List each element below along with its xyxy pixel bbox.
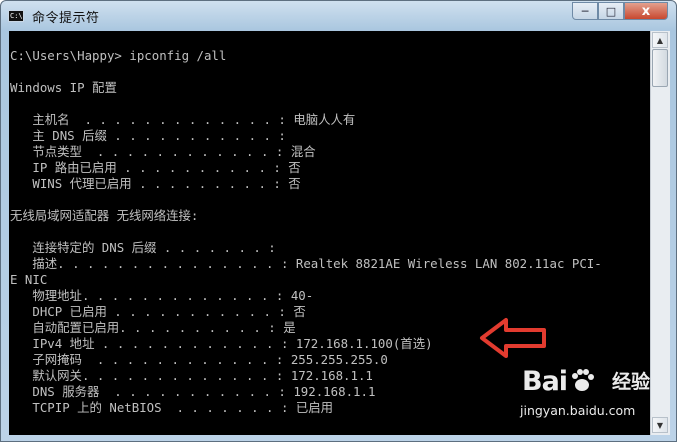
red-arrow-annotation-icon <box>480 318 546 358</box>
scrollbar-thumb[interactable] <box>652 49 668 87</box>
console-line: 主机名 . . . . . . . . . . . . . : 电脑人人有 <box>10 112 356 127</box>
console-line: 描述. . . . . . . . . . . . . . . : Realte… <box>10 256 602 271</box>
console-line: 连接特定的 DNS 后缀 . . . . . . . : <box>10 240 276 255</box>
console-line: DHCP 已启用 . . . . . . . . . . . : 否 <box>10 304 306 319</box>
console-line: 默认网关. . . . . . . . . . . . . : 172.168.… <box>10 368 373 383</box>
paw-icon <box>572 369 594 391</box>
title-bar[interactable]: C:\ 命令提示符 ─ □ x <box>1 1 676 31</box>
console-line: IPv4 地址 . . . . . . . . . . . . : 172.16… <box>10 336 433 351</box>
caption-buttons: ─ □ x <box>572 2 668 21</box>
scroll-up-arrow-icon[interactable]: ▲ <box>652 32 668 48</box>
console-line: 节点类型 . . . . . . . . . . . . : 混合 <box>10 144 316 159</box>
console-line: 无线局域网适配器 无线网络连接: <box>10 208 199 223</box>
baidu-jingyan-watermark: Bai 经验 jingyan.baidu.com <box>520 362 660 430</box>
window-title: 命令提示符 <box>32 11 100 26</box>
cmd-icon[interactable]: C:\ <box>8 10 24 22</box>
watermark-suffix: 经验 <box>612 371 651 393</box>
close-button[interactable]: x <box>624 2 668 20</box>
console-line: 主 DNS 后缀 . . . . . . . . . . . : <box>10 128 286 143</box>
console-line: 自动配置已启用. . . . . . . . . . : 是 <box>10 320 296 335</box>
console-line: TCPIP 上的 NetBIOS . . . . . . . : 已启用 <box>10 400 334 415</box>
maximize-button[interactable]: □ <box>598 2 624 20</box>
console-line: WINS 代理已启用 . . . . . . . . . : 否 <box>10 176 301 191</box>
console-line: 子网掩码 . . . . . . . . . . . . : 255.255.2… <box>10 352 388 367</box>
console-line: DNS 服务器 . . . . . . . . . . . : 192.168.… <box>10 384 376 399</box>
watermark-brand: Bai <box>522 366 568 397</box>
console-line: 物理地址. . . . . . . . . . . . . : 40- <box>10 288 314 303</box>
minimize-button[interactable]: ─ <box>572 2 598 20</box>
watermark-url: jingyan.baidu.com <box>520 403 636 418</box>
console-line: E NIC <box>10 272 48 287</box>
console-line: Windows IP 配置 <box>10 80 117 95</box>
console-line: IP 路由已启用 . . . . . . . . . . : 否 <box>10 160 301 175</box>
console-line: C:\Users\Happy> ipconfig /all <box>10 48 227 63</box>
